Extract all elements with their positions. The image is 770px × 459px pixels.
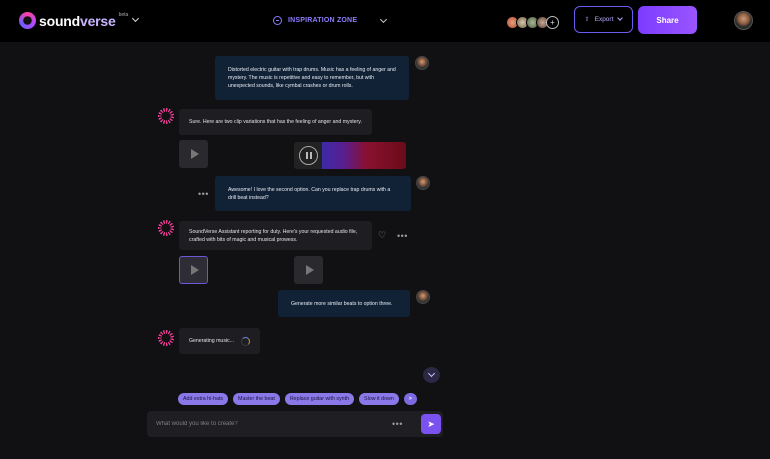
user-avatar bbox=[416, 176, 430, 190]
send-button[interactable]: ➤ bbox=[421, 414, 441, 434]
export-label: Export bbox=[594, 16, 614, 23]
assistant-avatar-icon bbox=[158, 330, 174, 346]
pause-button[interactable] bbox=[299, 146, 318, 165]
play-button[interactable] bbox=[179, 256, 208, 284]
chevron-down-icon bbox=[427, 369, 436, 378]
zone-selector[interactable]: INSPIRATION ZONE bbox=[273, 15, 388, 25]
message-text: Generate more similar beats to option th… bbox=[291, 300, 393, 307]
play-icon bbox=[190, 149, 199, 159]
play-icon bbox=[305, 265, 314, 275]
suggestion-chip[interactable]: Master the beat bbox=[233, 393, 280, 405]
user-avatar bbox=[416, 290, 430, 304]
user-avatar bbox=[415, 56, 429, 70]
logo-mark-icon bbox=[19, 12, 36, 29]
chevron-down-icon bbox=[380, 15, 388, 23]
audio-waveform-player[interactable] bbox=[294, 142, 406, 169]
assistant-message: SoundVerse Assistant reporting for duty.… bbox=[179, 221, 372, 250]
zone-icon bbox=[273, 16, 282, 25]
beta-badge: beta bbox=[118, 11, 129, 18]
assistant-avatar-icon bbox=[158, 220, 174, 236]
chevron-down-icon[interactable] bbox=[132, 14, 140, 23]
pause-icon bbox=[309, 152, 312, 159]
more-options-icon[interactable]: ••• bbox=[397, 232, 408, 241]
play-icon bbox=[190, 265, 199, 275]
message-text: Generating music... bbox=[189, 338, 234, 344]
user-message: Distorted electric guitar with trap drum… bbox=[215, 56, 409, 100]
heart-icon[interactable]: ♡ bbox=[378, 231, 386, 240]
user-message: Awesome! I love the second option. Can y… bbox=[215, 176, 411, 211]
play-button[interactable] bbox=[294, 256, 323, 284]
zone-label: INSPIRATION ZONE bbox=[288, 17, 358, 24]
user-message: Generate more similar beats to option th… bbox=[278, 290, 410, 317]
scroll-down-button[interactable] bbox=[423, 367, 440, 383]
export-button[interactable]: ⇧ Export bbox=[574, 6, 633, 33]
collaborator-avatars[interactable]: + bbox=[506, 16, 559, 29]
suggestion-chip[interactable]: Replace guitar with synth bbox=[284, 393, 355, 405]
prompt-composer: ••• ➤ bbox=[147, 411, 443, 437]
share-button[interactable]: Share bbox=[638, 6, 697, 34]
pause-icon bbox=[305, 152, 308, 159]
prompt-input[interactable] bbox=[156, 421, 386, 427]
assistant-message: Sure. Here are two clip variations that … bbox=[179, 109, 372, 135]
message-text: Sure. Here are two clip variations that … bbox=[189, 119, 362, 125]
play-button[interactable] bbox=[179, 140, 208, 168]
more-suggestions-button[interactable]: > bbox=[403, 393, 417, 405]
suggestion-chip[interactable]: Slow it down bbox=[359, 393, 399, 405]
suggestion-chip[interactable]: Add extra hi-hats bbox=[178, 393, 229, 405]
more-options-icon[interactable]: ••• bbox=[198, 190, 209, 199]
message-text: SoundVerse Assistant reporting for duty.… bbox=[189, 228, 358, 243]
add-collaborator-button[interactable]: + bbox=[546, 16, 559, 29]
send-icon: ➤ bbox=[427, 418, 435, 429]
message-text: Awesome! I love the second option. Can y… bbox=[228, 186, 391, 201]
assistant-avatar-icon bbox=[158, 108, 174, 124]
message-text: Distorted electric guitar with trap drum… bbox=[228, 67, 396, 89]
loading-spinner-icon bbox=[240, 336, 250, 346]
logo-text: soundverse bbox=[39, 12, 116, 29]
chevron-down-icon bbox=[617, 15, 624, 21]
assistant-message: Generating music... bbox=[179, 328, 260, 354]
export-icon: ⇧ bbox=[584, 17, 590, 23]
logo[interactable]: soundverse beta bbox=[19, 11, 140, 29]
top-bar: soundverse beta INSPIRATION ZONE + ⇧ Exp… bbox=[0, 0, 770, 42]
suggestion-chips: Add extra hi-hats Master the beat Replac… bbox=[178, 393, 417, 405]
more-options-icon[interactable]: ••• bbox=[392, 420, 403, 429]
user-avatar[interactable] bbox=[734, 11, 753, 30]
